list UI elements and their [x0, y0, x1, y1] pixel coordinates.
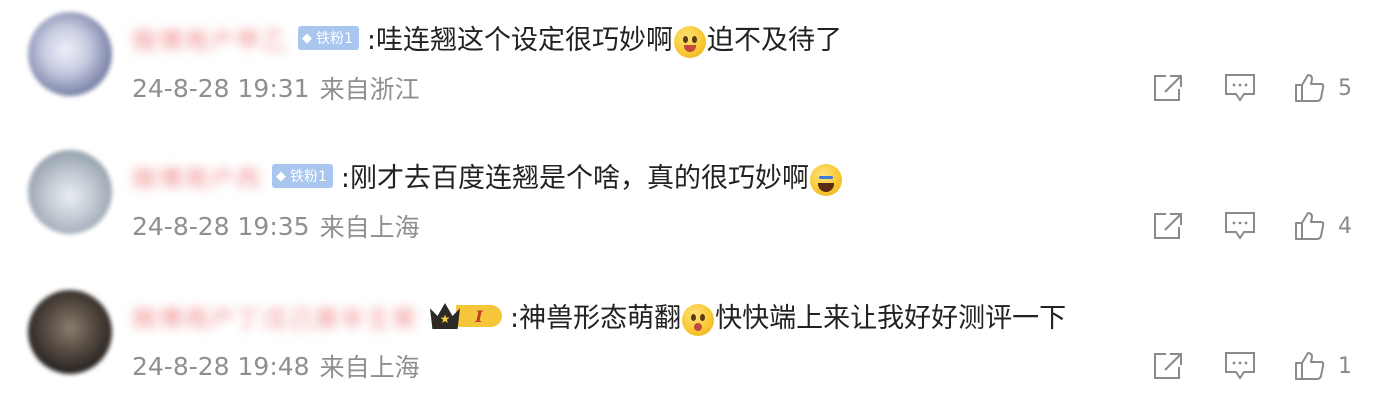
username[interactable]: 微博用户丙 [132, 159, 262, 194]
comment-meta: 24-8-28 19:31 来自浙江 [132, 70, 420, 106]
comment-location: 来自浙江 [319, 75, 420, 104]
comment-meta: 24-8-28 19:35 来自上海 [132, 208, 420, 244]
like-button[interactable]: 4 [1294, 208, 1352, 244]
fan-badge-label: 铁粉1 [316, 31, 353, 47]
comment-location: 来自上海 [319, 353, 420, 382]
comment-icon [1225, 352, 1255, 380]
fan-badge[interactable]: ◆ 铁粉1 [272, 164, 333, 188]
cute-face-emoji [682, 303, 715, 336]
comment-header: 微博用户丁戊己庚辛壬癸 ★ I :神兽形态萌翻 快快端上来让我好好测评一下 [132, 294, 1066, 338]
comment-item: 微博用户丁戊己庚辛壬癸 ★ I :神兽形态萌翻 快快端上来让我好好测评一下 24-… [0, 278, 1374, 416]
reply-button[interactable] [1224, 348, 1258, 384]
comment-header: 微博用户丙 ◆ 铁粉1 :刚才去百度连翘是个啥，真的很巧妙啊 [132, 154, 843, 198]
like-count: 5 [1338, 75, 1352, 101]
diamond-icon: ◆ [302, 30, 312, 46]
laugh-cry-emoji [810, 163, 843, 196]
like-button[interactable]: 1 [1294, 348, 1352, 384]
username[interactable]: 微博用户丁戊己庚辛壬癸 [132, 299, 418, 334]
crown-badge[interactable]: ★ I [430, 301, 502, 331]
share-icon [1154, 213, 1182, 239]
fan-badge[interactable]: ◆ 铁粉1 [298, 26, 359, 50]
share-icon [1154, 353, 1182, 379]
diamond-icon: ◆ [276, 168, 286, 184]
share-button[interactable] [1152, 70, 1186, 106]
reply-button[interactable] [1224, 70, 1258, 106]
reply-button[interactable] [1224, 208, 1258, 244]
thumbs-up-icon [1295, 352, 1325, 380]
comment-location: 来自上海 [319, 213, 420, 242]
crown-level: I [456, 305, 502, 327]
comment-actions: 4 [1152, 208, 1352, 244]
share-button[interactable] [1152, 348, 1186, 384]
comment-item: 微博用户丙 ◆ 铁粉1 :刚才去百度连翘是个啥，真的很巧妙啊 24-8-28 1… [0, 138, 1374, 276]
comment-icon [1225, 212, 1255, 240]
like-button[interactable]: 5 [1294, 70, 1352, 106]
username[interactable]: 微博用户甲乙 [132, 21, 288, 56]
comment-actions: 5 [1152, 70, 1352, 106]
comment-header: 微博用户甲乙 ◆ 铁粉1 :哇连翘这个设定很巧妙啊 迫不及待了 [132, 16, 842, 60]
avatar[interactable] [28, 150, 112, 234]
comment-text: :哇连翘这个设定很巧妙啊 迫不及待了 [366, 25, 843, 58]
comment-meta: 24-8-28 19:48 来自上海 [132, 348, 420, 384]
fan-badge-label: 铁粉1 [290, 169, 327, 185]
avatar[interactable] [28, 12, 112, 96]
comment-time: 24-8-28 19:31 [132, 73, 310, 103]
comment-item: 微博用户甲乙 ◆ 铁粉1 :哇连翘这个设定很巧妙啊 迫不及待了 24-8-28 1… [0, 0, 1374, 138]
comment-text: :神兽形态萌翻 快快端上来让我好好测评一下 [510, 303, 1067, 336]
thumbs-up-icon [1295, 74, 1325, 102]
comment-icon [1225, 74, 1255, 102]
comment-text: :刚才去百度连翘是个啥，真的很巧妙啊 [341, 156, 843, 196]
comment-time: 24-8-28 19:35 [132, 211, 310, 241]
comment-time: 24-8-28 19:48 [132, 351, 310, 381]
share-icon [1154, 75, 1182, 101]
like-count: 4 [1338, 213, 1352, 239]
drool-face-emoji [674, 25, 707, 58]
avatar[interactable] [28, 290, 112, 374]
comment-actions: 1 [1152, 348, 1352, 384]
thumbs-up-icon [1295, 212, 1325, 240]
like-count: 1 [1338, 353, 1352, 379]
share-button[interactable] [1152, 208, 1186, 244]
